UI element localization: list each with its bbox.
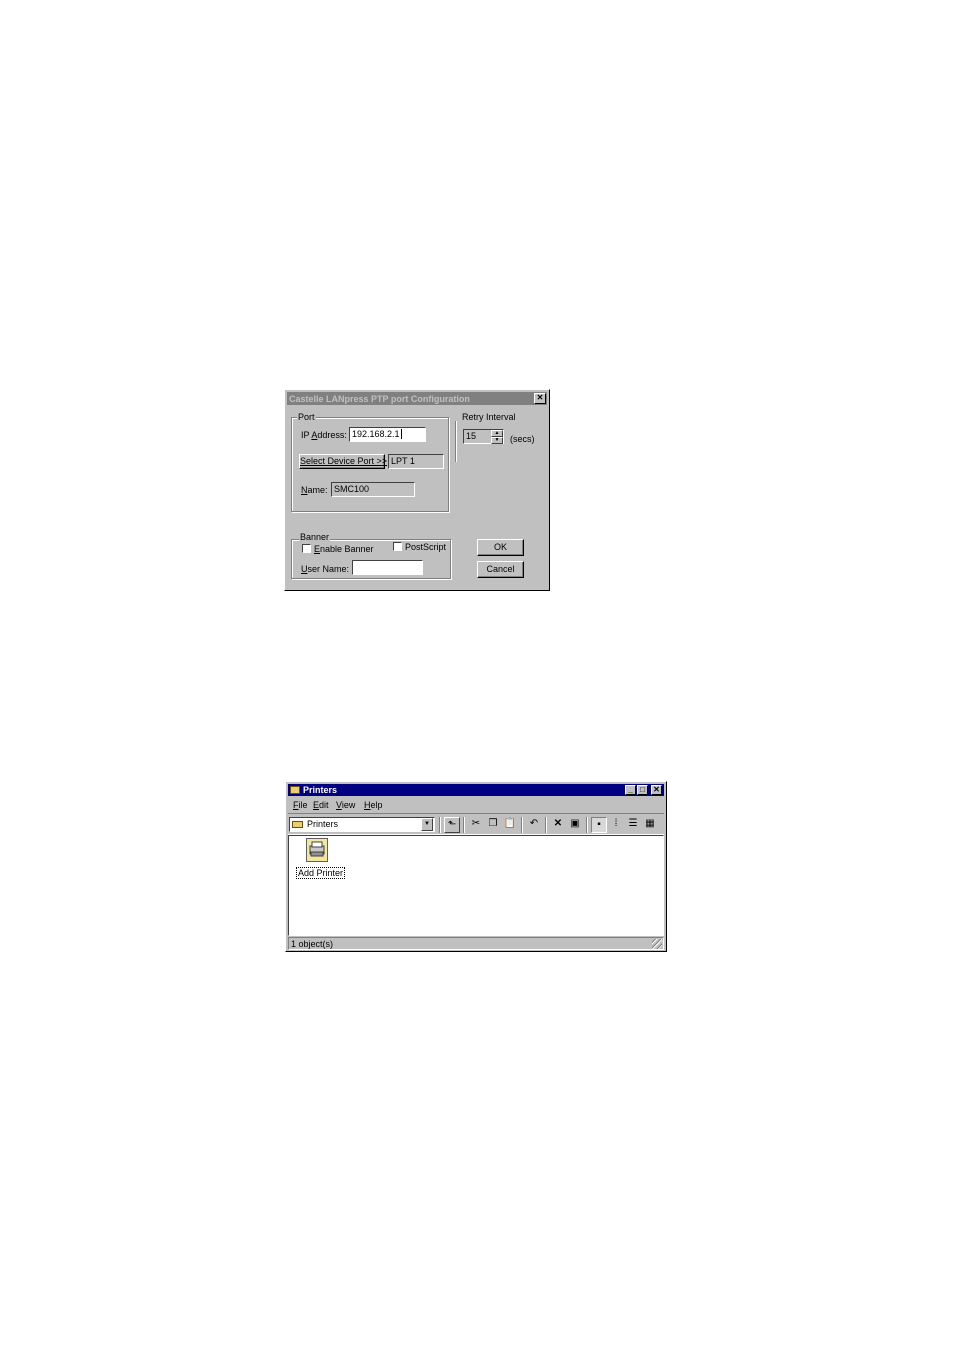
close-icon: ✕: [536, 393, 544, 402]
retry-interval-label: Retry Interval: [462, 412, 516, 422]
large-icons-icon: ▪: [597, 819, 601, 830]
resize-grip-icon[interactable]: [652, 939, 662, 949]
list-icon: ☰: [628, 818, 638, 829]
paste-button[interactable]: 📋: [502, 817, 518, 833]
name-field: SMC100: [331, 482, 415, 497]
combo-dropdown-button[interactable]: ▼: [421, 818, 433, 831]
close-icon: ✕: [653, 785, 660, 794]
close-button[interactable]: ✕: [651, 785, 662, 795]
ip-address-label: IP Address:: [301, 430, 347, 440]
address-combo[interactable]: Printers ▼: [289, 817, 435, 832]
printers-titlebar[interactable]: Printers _ □ ✕: [288, 784, 664, 796]
config-dialog-title: Castelle LANpress PTP port Configuration: [289, 394, 470, 404]
printers-window: Printers _ □ ✕ File Edit View Help Print…: [285, 781, 667, 952]
add-printer-icon: [306, 838, 328, 862]
up-folder-icon: ⬑: [447, 819, 457, 830]
small-icons-icon: ⁞: [614, 818, 618, 829]
list-button[interactable]: ☰: [625, 817, 641, 833]
postscript-label: PostScript: [405, 542, 447, 552]
retry-spin-up[interactable]: ▲: [491, 430, 503, 437]
retry-unit-label: (secs): [510, 434, 535, 444]
status-bar: 1 object(s): [288, 937, 664, 950]
minimize-icon: _: [628, 785, 633, 794]
undo-icon: ↶: [529, 818, 539, 829]
user-name-input[interactable]: [352, 560, 423, 575]
copy-button[interactable]: ❐: [485, 817, 501, 833]
cut-icon: ✂: [471, 818, 481, 829]
device-port-field: LPT 1: [388, 454, 444, 469]
printers-window-title: Printers: [303, 785, 338, 795]
delete-icon: ✕: [553, 818, 563, 829]
cancel-button[interactable]: Cancel: [477, 561, 524, 578]
spin-up-icon: ▲: [494, 430, 500, 436]
small-icons-button[interactable]: ⁞: [608, 817, 624, 833]
delete-button[interactable]: ✕: [550, 817, 566, 833]
add-printer-item[interactable]: Add Printer: [295, 837, 346, 879]
spin-down-icon: ▼: [494, 437, 500, 443]
cut-button[interactable]: ✂: [468, 817, 484, 833]
port-group-label: Port: [297, 412, 316, 422]
toolbar: Printers ▼ ⬑ ✂ ❐ 📋 ↶ ✕ ▣ ▪ ⁞ ☰ ▦: [288, 813, 664, 835]
menu-file[interactable]: File: [293, 800, 308, 810]
paste-icon: 📋: [503, 818, 517, 829]
combo-folder-icon: [292, 821, 303, 828]
add-printer-label: Add Printer: [296, 867, 346, 879]
properties-icon: ▣: [570, 818, 580, 829]
config-dialog: Castelle LANpress PTP port Configuration…: [284, 389, 550, 591]
maximize-button[interactable]: □: [637, 785, 648, 795]
close-button[interactable]: ✕: [534, 393, 546, 404]
undo-button[interactable]: ↶: [526, 817, 542, 833]
ip-address-input[interactable]: 192.168.2.1: [349, 427, 426, 442]
select-device-port-button[interactable]: Select Device Port >>: [299, 454, 387, 469]
enable-banner-checkbox[interactable]: [302, 544, 311, 553]
up-folder-button[interactable]: ⬑: [444, 817, 460, 833]
user-name-label: User Name:: [301, 564, 350, 574]
chevron-down-icon: ▼: [424, 821, 430, 827]
enable-banner-label: Enable Banner: [314, 544, 374, 554]
config-dialog-titlebar[interactable]: Castelle LANpress PTP port Configuration…: [287, 392, 547, 405]
details-button[interactable]: ▦: [642, 817, 658, 833]
menu-edit[interactable]: Edit: [313, 800, 329, 810]
menu-bar: File Edit View Help: [288, 798, 664, 812]
minimize-button[interactable]: _: [625, 785, 636, 795]
status-text: 1 object(s): [291, 939, 334, 949]
details-icon: ▦: [645, 818, 655, 829]
large-icons-button[interactable]: ▪: [591, 817, 607, 833]
name-label: Name:: [301, 485, 328, 495]
retry-spin-down[interactable]: ▼: [491, 437, 503, 444]
postscript-checkbox[interactable]: [393, 542, 402, 551]
maximize-icon: □: [640, 785, 645, 794]
properties-button[interactable]: ▣: [567, 817, 583, 833]
retry-group-frame: [455, 421, 457, 462]
menu-help[interactable]: Help: [364, 800, 383, 810]
menu-view[interactable]: View: [336, 800, 355, 810]
banner-group-label: Banner: [299, 532, 331, 542]
copy-icon: ❐: [488, 818, 498, 829]
content-pane[interactable]: Add Printer: [288, 835, 664, 936]
printers-folder-icon: [290, 786, 300, 794]
ok-button[interactable]: OK: [477, 539, 524, 556]
